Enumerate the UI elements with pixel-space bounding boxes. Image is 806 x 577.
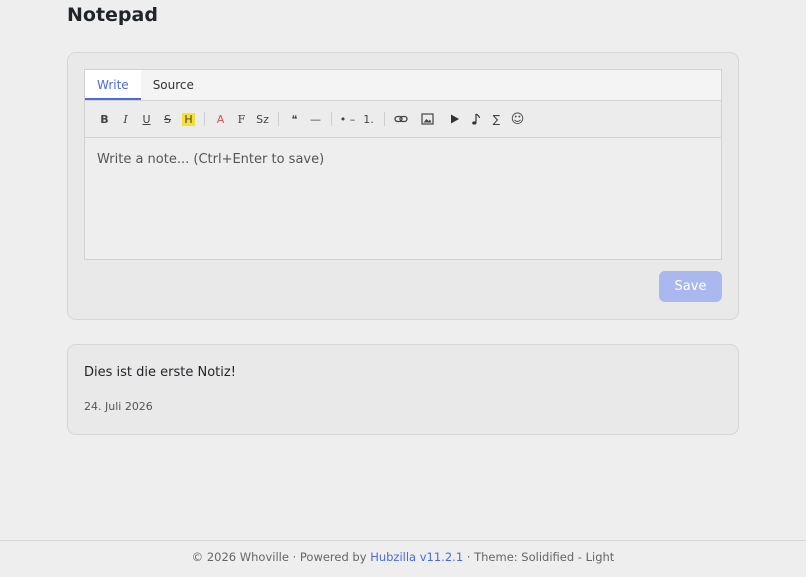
- toolbar-divider: [204, 112, 205, 126]
- video-button[interactable]: [444, 109, 465, 129]
- rich-text-editor: Write Source B I U S H A F Sz ❝ — • – 1.: [84, 69, 722, 260]
- highlight-label: H: [182, 112, 195, 126]
- toolbar-divider: [331, 112, 332, 126]
- tab-source[interactable]: Source: [141, 70, 206, 100]
- toolbar-divider: [384, 112, 385, 126]
- ordered-list-button[interactable]: 1.: [358, 109, 379, 129]
- link-icon: [393, 115, 408, 123]
- footer-theme: · Theme: Solidified - Light: [463, 550, 615, 564]
- hubzilla-link[interactable]: Hubzilla v11.2.1: [370, 550, 463, 564]
- audio-button[interactable]: [465, 109, 486, 129]
- highlight-button[interactable]: H: [178, 109, 199, 129]
- note-input[interactable]: Write a note... (Ctrl+Enter to save): [85, 138, 721, 258]
- italic-button[interactable]: I: [115, 109, 136, 129]
- note-text: Dies ist die erste Notiz!: [84, 365, 236, 380]
- page-title: Notepad: [67, 4, 158, 26]
- bold-button[interactable]: B: [94, 109, 115, 129]
- bullet-list-button[interactable]: • –: [337, 109, 358, 129]
- link-button[interactable]: [390, 109, 411, 129]
- note-date: 24. Juli 2026: [84, 400, 153, 413]
- underline-button[interactable]: U: [136, 109, 157, 129]
- toolbar-divider: [278, 112, 279, 126]
- math-button[interactable]: ∑: [486, 109, 507, 129]
- note-card: Dies ist die erste Notiz! 24. Juli 2026: [67, 344, 739, 435]
- font-family-button[interactable]: F: [231, 109, 252, 129]
- note-editor-card: Write Source B I U S H A F Sz ❝ — • – 1.: [67, 52, 739, 320]
- blockquote-button[interactable]: ❝: [284, 109, 305, 129]
- image-icon: [421, 113, 434, 125]
- emoji-button[interactable]: ☺: [507, 109, 528, 129]
- formatting-toolbar: B I U S H A F Sz ❝ — • – 1. ∑ ☺: [85, 101, 721, 138]
- footer-copyright: © 2026 Whoville · Powered by: [191, 550, 371, 564]
- editor-tabbar: Write Source: [85, 70, 721, 101]
- save-button[interactable]: Save: [659, 271, 722, 302]
- horizontal-rule-button[interactable]: —: [305, 109, 326, 129]
- text-color-button[interactable]: A: [210, 109, 231, 129]
- strikethrough-button[interactable]: S: [157, 109, 178, 129]
- page-footer: © 2026 Whoville · Powered by Hubzilla v1…: [0, 540, 806, 577]
- font-size-button[interactable]: Sz: [252, 109, 273, 129]
- play-icon: [451, 114, 459, 124]
- image-button[interactable]: [417, 109, 438, 129]
- tab-write[interactable]: Write: [85, 70, 141, 100]
- music-note-icon: [471, 112, 480, 125]
